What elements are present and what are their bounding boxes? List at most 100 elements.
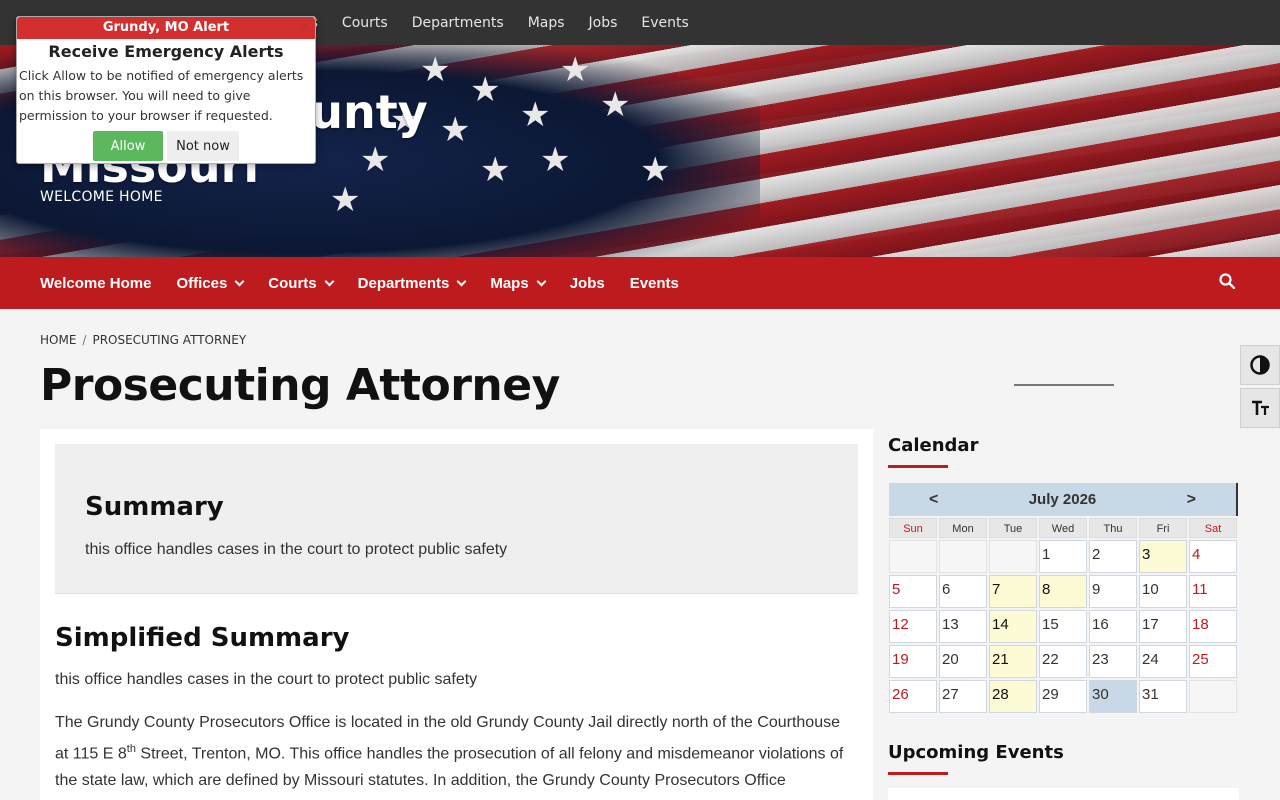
calendar-day-cell[interactable]: 7 — [989, 575, 1037, 608]
calendar-day-cell[interactable]: 16 — [1089, 610, 1137, 643]
main-nav-item-courts[interactable]: Courts — [268, 274, 335, 292]
star-icon: ★ — [560, 51, 591, 89]
font-size-toggle-button[interactable] — [1240, 388, 1280, 428]
upcoming-events-underline — [888, 772, 948, 775]
calendar-day-cell[interactable]: 14 — [989, 610, 1037, 643]
top-nav-jobs[interactable]: Jobs — [589, 15, 618, 31]
main-nav-label: Welcome Home — [40, 274, 152, 292]
calendar-day-of-week: Fri — [1139, 518, 1187, 538]
star-icon: ★ — [640, 151, 671, 189]
close-icon[interactable]: ✕ — [298, 17, 311, 37]
simplified-summary-heading: Simplified Summary — [55, 623, 350, 653]
contrast-icon — [1250, 355, 1270, 375]
calendar-day-cell[interactable]: 12 — [889, 610, 937, 643]
calendar-day-cell[interactable]: 2 — [1089, 540, 1137, 573]
chevron-down-icon — [536, 276, 547, 286]
main-nav-label: Maps — [490, 274, 529, 292]
calendar-day-cell[interactable]: 24 — [1139, 645, 1187, 678]
summary-text: this office handles cases in the court t… — [85, 541, 508, 558]
top-nav-maps[interactable]: Maps — [528, 15, 565, 31]
calendar-next-button[interactable]: > — [1187, 491, 1196, 509]
calendar-day-cell[interactable]: 21 — [989, 645, 1037, 678]
search-icon[interactable] — [1219, 273, 1235, 289]
calendar-day-cell[interactable]: 6 — [939, 575, 987, 608]
top-nav: es Courts Departments Maps Jobs Events — [302, 0, 713, 45]
chevron-down-icon — [234, 276, 245, 286]
body-superscript: th — [126, 743, 136, 755]
main-nav-list: Welcome Home Offices Courts Departments Maps… — [40, 257, 704, 309]
calendar-day-cell[interactable]: 3 — [1139, 540, 1187, 573]
star-icon: ★ — [470, 71, 501, 109]
calendar-day-cell[interactable]: 11 — [1189, 575, 1237, 608]
star-icon: ★ — [480, 151, 511, 189]
calendar-day-cell[interactable]: 17 — [1139, 610, 1187, 643]
calendar-empty-cell — [1189, 680, 1237, 713]
main-nav-label: Events — [629, 274, 679, 292]
breadcrumb-home[interactable]: HOME — [40, 333, 76, 347]
calendar-empty-cell — [939, 540, 987, 573]
star-icon: ★ — [520, 96, 551, 134]
star-icon: ★ — [540, 141, 571, 179]
main-content: Summary this office handles cases in the… — [40, 429, 873, 800]
calendar-day-of-week: Tue — [989, 518, 1037, 538]
not-now-button[interactable]: Not now — [167, 131, 239, 161]
calendar-day-cell[interactable]: 22 — [1039, 645, 1087, 678]
calendar-day-cell[interactable]: 31 — [1139, 680, 1187, 713]
breadcrumb-current: PROSECUTING ATTORNEY — [92, 333, 247, 347]
page-title: Prosecuting Attorney — [40, 360, 560, 411]
alert-heading: Receive Emergency Alerts — [48, 42, 284, 61]
calendar-heading-underline — [888, 465, 948, 468]
calendar-day-cell[interactable]: 8 — [1039, 575, 1087, 608]
main-nav-item-maps[interactable]: Maps — [490, 274, 547, 292]
calendar-day-cell[interactable]: 18 — [1189, 610, 1237, 643]
main-nav-item-offices[interactable]: Offices — [176, 275, 245, 292]
chevron-down-icon — [456, 276, 467, 286]
breadcrumb: HOME / PROSECUTING ATTORNEY — [40, 333, 246, 347]
calendar-widget: < July 2026 > Sun Mon Tue Wed Thu Fri Sat 1 2 3 4 5… — [889, 483, 1238, 713]
main-nav-item-events[interactable]: Events — [630, 275, 679, 292]
main-nav-item-jobs[interactable]: Jobs — [570, 275, 605, 292]
calendar-day-of-week: Mon — [939, 518, 987, 538]
top-nav-courts[interactable]: Courts — [342, 15, 388, 31]
calendar-month-label: July 2026 — [1028, 491, 1097, 508]
main-nav-item-welcome-home[interactable]: Welcome Home — [40, 275, 151, 292]
calendar-day-cell[interactable]: 10 — [1139, 575, 1187, 608]
main-nav: Welcome Home Offices Courts Departments Maps… — [0, 257, 1280, 309]
alert-message: Click Allow to be notified of emergency … — [19, 68, 304, 123]
star-icon: ★ — [440, 111, 471, 149]
calendar-prev-button[interactable]: < — [929, 491, 938, 509]
font-size-icon — [1252, 400, 1269, 415]
main-nav-label: Departments — [357, 274, 450, 292]
calendar-day-cell[interactable]: 30 — [1089, 680, 1137, 713]
calendar-day-cell[interactable]: 19 — [889, 645, 937, 678]
calendar-day-cell[interactable]: 29 — [1039, 680, 1087, 713]
calendar-day-cell[interactable]: 20 — [939, 645, 987, 678]
upcoming-events-box — [888, 788, 1239, 800]
calendar-day-cell[interactable]: 27 — [939, 680, 987, 713]
calendar-empty-cell — [889, 540, 937, 573]
calendar-day-cell[interactable]: 15 — [1039, 610, 1087, 643]
allow-button[interactable]: Allow — [93, 131, 163, 161]
top-nav-events[interactable]: Events — [641, 15, 688, 31]
calendar-day-cell[interactable]: 4 — [1189, 540, 1237, 573]
calendar-day-cell[interactable]: 23 — [1089, 645, 1137, 678]
site-tagline: WELCOME HOME — [40, 189, 163, 205]
main-nav-item-departments[interactable]: Departments — [357, 274, 467, 292]
calendar-day-cell[interactable]: 25 — [1189, 645, 1237, 678]
calendar-day-cell[interactable]: 28 — [989, 680, 1037, 713]
title-divider — [1014, 384, 1114, 386]
calendar-heading: Calendar — [888, 435, 979, 456]
calendar-day-cell[interactable]: 26 — [889, 680, 937, 713]
contrast-toggle-button[interactable] — [1240, 345, 1280, 385]
top-nav-departments[interactable]: Departments — [412, 15, 504, 31]
calendar-day-cell[interactable]: 5 — [889, 575, 937, 608]
upcoming-events-heading: Upcoming Events — [888, 742, 1064, 763]
calendar-day-cell[interactable]: 13 — [939, 610, 987, 643]
calendar-grid: Sun Mon Tue Wed Thu Fri Sat 1 2 3 4 5 6 7 8 9 10 11 12 13 14… — [889, 518, 1238, 713]
main-nav-label: Courts — [268, 274, 317, 292]
star-icon: ★ — [600, 86, 631, 124]
calendar-day-cell[interactable]: 9 — [1089, 575, 1137, 608]
calendar-day-cell[interactable]: 1 — [1039, 540, 1087, 573]
body-text-2: Street, Trenton, MO. This office handles… — [55, 745, 844, 800]
emergency-alert-popup: Grundy, MO Alert ✕ Receive Emergency Ale… — [16, 16, 316, 164]
